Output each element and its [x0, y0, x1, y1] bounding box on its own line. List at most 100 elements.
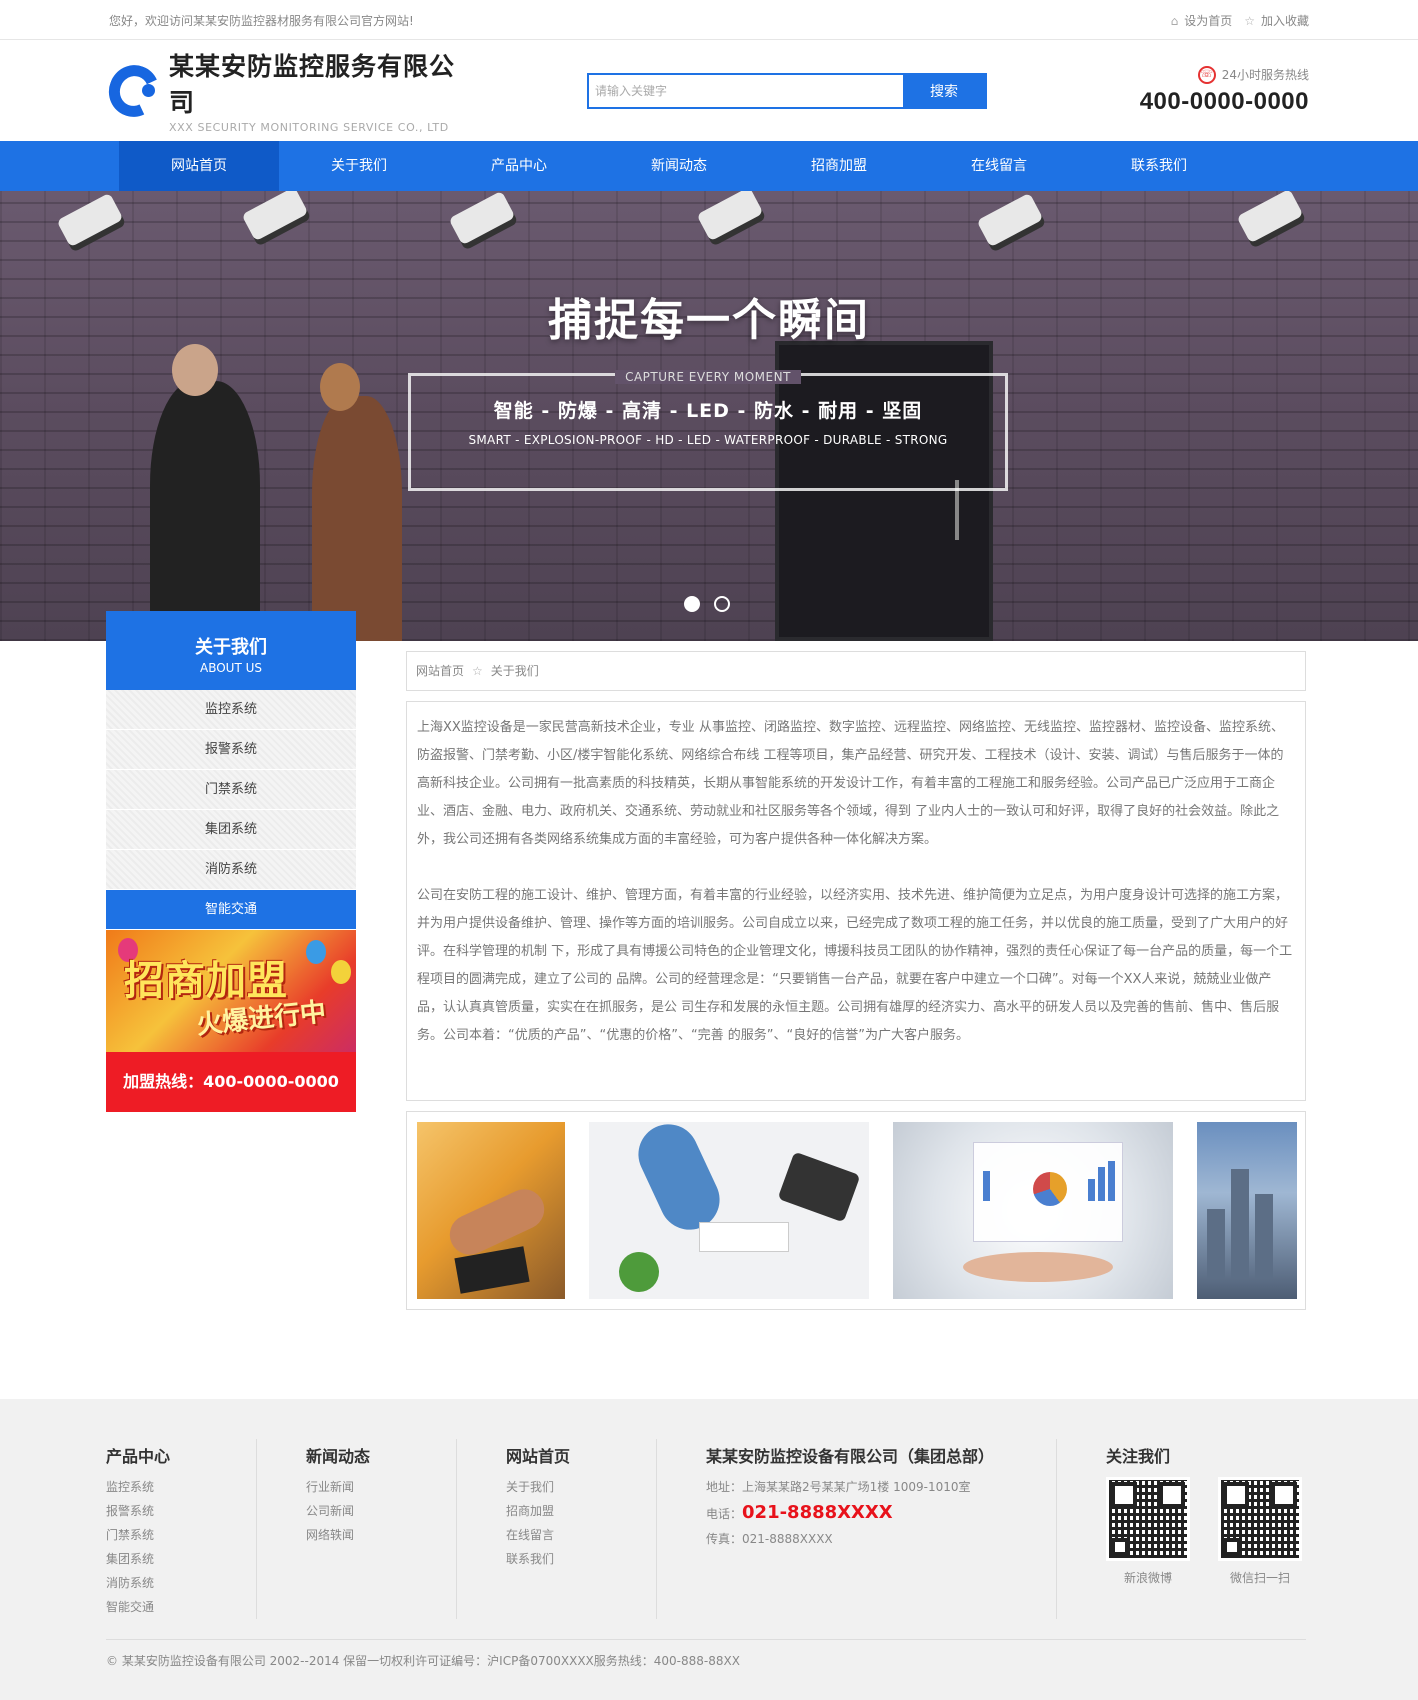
- footer: 产品中心 监控系统 报警系统 门禁系统 集团系统 消防系统 智能交通 新闻动态 …: [0, 1399, 1418, 1700]
- nav-item-news[interactable]: 新闻动态: [599, 141, 759, 191]
- footer-link[interactable]: 智能交通: [106, 1595, 246, 1619]
- article-paragraph: 上海XX监控设备是一家民营高新技术企业，专业 从事监控、闭路监控、数字监控、远程…: [417, 720, 1284, 847]
- footer-link[interactable]: 公司新闻: [306, 1499, 446, 1523]
- star-icon: ☆: [472, 664, 483, 678]
- add-favorite-label: 加入收藏: [1260, 13, 1309, 28]
- nav-item-home[interactable]: 网站首页: [119, 141, 279, 191]
- footer-divider: [256, 1439, 257, 1619]
- footer-link[interactable]: 网络轶闻: [306, 1523, 446, 1547]
- slider-dots: [684, 596, 730, 612]
- gallery-image-office[interactable]: [589, 1122, 869, 1299]
- sidebar-item-monitoring[interactable]: 监控系统: [106, 690, 356, 730]
- company-name: 某某安防监控服务有限公司: [169, 52, 456, 117]
- nav-item-contact[interactable]: 联系我们: [1079, 141, 1239, 191]
- footer-link[interactable]: 联系我们: [506, 1547, 646, 1571]
- footer-divider: [656, 1439, 657, 1619]
- footer-link[interactable]: 消防系统: [106, 1571, 246, 1595]
- footer-link[interactable]: 报警系统: [106, 1499, 246, 1523]
- about-article: 上海XX监控设备是一家民营高新技术企业，专业 从事监控、闭路监控、数字监控、远程…: [406, 701, 1306, 1101]
- footer-tel: 021-8888XXXX: [742, 1502, 893, 1523]
- search-button[interactable]: 搜索: [903, 74, 985, 107]
- footer-follow: 关注我们 新浪微博 微信扫一扫: [1106, 1439, 1306, 1609]
- footer-col-products: 产品中心 监控系统 报警系统 门禁系统 集团系统 消防系统 智能交通: [106, 1439, 246, 1614]
- hotline: ☏ 24小时服务热线 400-0000-0000: [1009, 65, 1309, 116]
- banner-features: 智能 - 防爆 - 高清 - LED - 防水 - 耐用 - 坚固: [493, 400, 923, 422]
- sidebar-item-alarm[interactable]: 报警系统: [106, 730, 356, 770]
- footer-tel-line: 电话：021-8888XXXX: [706, 1500, 1036, 1527]
- footer-link[interactable]: 在线留言: [506, 1523, 646, 1547]
- footer-link[interactable]: 关于我们: [506, 1475, 646, 1499]
- nav-item-products[interactable]: 产品中心: [439, 141, 599, 191]
- welcome-text: 您好，欢迎访问某某安防监控器材服务有限公司官方网站!: [109, 13, 414, 28]
- banner-features-en: SMART - EXPLOSION-PROOF - HD - LED - WAT…: [468, 433, 948, 447]
- logo[interactable]: 某某安防监控服务有限公司 XXX SECURITY MONITORING SER…: [101, 47, 469, 134]
- franchise-promo-image[interactable]: 招商加盟 火爆进行中: [106, 930, 356, 1052]
- wechat-qr-label: 微信扫一扫: [1229, 1571, 1290, 1585]
- footer-col-title: 产品中心: [106, 1447, 171, 1466]
- footer-link[interactable]: 行业新闻: [306, 1475, 446, 1499]
- nav-item-message[interactable]: 在线留言: [919, 141, 1079, 191]
- set-home-label: 设为首页: [1184, 13, 1233, 28]
- nav-item-about[interactable]: 关于我们: [279, 141, 439, 191]
- add-favorite-link[interactable]: ☆ 加入收藏: [1244, 12, 1309, 29]
- content-area: 关于我们 ABOUT US 监控系统 报警系统 门禁系统 集团系统 消防系统 智…: [106, 611, 1306, 1311]
- home-icon: ⌂: [1170, 13, 1179, 28]
- footer-link[interactable]: 门禁系统: [106, 1523, 246, 1547]
- logo-icon: [101, 57, 167, 124]
- banner-subtitle-en: CAPTURE EVERY MOMENT: [615, 370, 801, 384]
- gallery-image-data[interactable]: [893, 1122, 1173, 1299]
- wechat-qr[interactable]: 微信扫一扫: [1218, 1477, 1302, 1586]
- footer-link[interactable]: 招商加盟: [506, 1499, 646, 1523]
- phone-icon: ☏: [1197, 65, 1216, 84]
- footer-tel-label: 电话：: [706, 1507, 743, 1521]
- footer-col-title: 新闻动态: [306, 1447, 371, 1466]
- star-icon: ☆: [1244, 13, 1255, 28]
- image-gallery: [406, 1111, 1306, 1310]
- person-image: [312, 396, 402, 641]
- footer-col-title: 网站首页: [506, 1447, 571, 1466]
- nav-item-franchise[interactable]: 招商加盟: [759, 141, 919, 191]
- sidebar-item-fire[interactable]: 消防系统: [106, 850, 356, 890]
- footer-contact-title: 某某安防监控设备有限公司（集团总部）: [706, 1447, 995, 1466]
- sidebar-item-group[interactable]: 集团系统: [106, 810, 356, 850]
- sidebar-title-en: ABOUT US: [199, 661, 262, 675]
- weibo-qr-label: 新浪微博: [1123, 1571, 1172, 1585]
- footer-address: 地址：上海某某路2号某某广场1楼 1009-1010室: [706, 1480, 971, 1494]
- weibo-qr[interactable]: 新浪微博: [1106, 1477, 1190, 1586]
- footer-divider: [456, 1439, 457, 1619]
- top-bar: 您好，欢迎访问某某安防监控器材服务有限公司官方网站! ⌂ 设为首页 ☆ 加入收藏: [0, 0, 1418, 40]
- footer-link[interactable]: 监控系统: [106, 1475, 246, 1499]
- person-image: [150, 381, 260, 641]
- footer-contact: 某某安防监控设备有限公司（集团总部） 地址：上海某某路2号某某广场1楼 1009…: [706, 1439, 1036, 1609]
- breadcrumb-current[interactable]: 关于我们: [491, 664, 539, 678]
- company-name-en: XXX SECURITY MONITORING SERVICE CO., LTD: [169, 121, 449, 134]
- gallery-image-city[interactable]: [1197, 1122, 1297, 1299]
- gallery-image-business[interactable]: [417, 1122, 565, 1299]
- breadcrumb-home[interactable]: 网站首页: [416, 664, 464, 678]
- footer-link[interactable]: 集团系统: [106, 1547, 246, 1571]
- banner-frame: CAPTURE EVERY MOMENT 智能 - 防爆 - 高清 - LED …: [408, 370, 1008, 491]
- sidebar-header: 关于我们 ABOUT US: [106, 611, 356, 690]
- breadcrumb: 网站首页 ☆ 关于我们: [406, 651, 1306, 691]
- footer-fax: 传真：021-8888XXXX: [706, 1532, 833, 1546]
- slider-dot-2[interactable]: [714, 596, 730, 612]
- banner-slogan: 捕捉每一个瞬间: [548, 295, 870, 346]
- sidebar-item-traffic[interactable]: 智能交通: [106, 890, 356, 930]
- footer-follow-title: 关注我们: [1106, 1447, 1171, 1466]
- slider-dot-1[interactable]: [684, 596, 700, 612]
- copyright: © 某某安防监控设备有限公司 2002--2014 保留一切权利许可证编号：沪I…: [106, 1639, 1306, 1669]
- sidebar-item-access[interactable]: 门禁系统: [106, 770, 356, 810]
- qr-code-icon: [1106, 1477, 1190, 1561]
- hero-banner: 捕捉每一个瞬间 CAPTURE EVERY MOMENT 智能 - 防爆 - 高…: [0, 191, 1418, 641]
- footer-divider: [1056, 1439, 1057, 1619]
- footer-col-news: 新闻动态 行业新闻 公司新闻 网络轶闻: [306, 1439, 446, 1609]
- header: 某某安防监控服务有限公司 XXX SECURITY MONITORING SER…: [0, 40, 1418, 141]
- main-content: 网站首页 ☆ 关于我们 上海XX监控设备是一家民营高新技术企业，专业 从事监控、闭路…: [406, 651, 1306, 1310]
- set-home-link[interactable]: ⌂ 设为首页: [1171, 12, 1233, 29]
- franchise-hotline: 加盟热线：400-0000-0000: [106, 1052, 356, 1112]
- search-input[interactable]: [589, 74, 903, 107]
- sidebar: 关于我们 ABOUT US 监控系统 报警系统 门禁系统 集团系统 消防系统 智…: [106, 611, 356, 1112]
- qr-code-icon: [1218, 1477, 1302, 1561]
- footer-col-home: 网站首页 关于我们 招商加盟 在线留言 联系我们: [506, 1439, 646, 1609]
- hotline-label: 24小时服务热线: [1221, 68, 1309, 82]
